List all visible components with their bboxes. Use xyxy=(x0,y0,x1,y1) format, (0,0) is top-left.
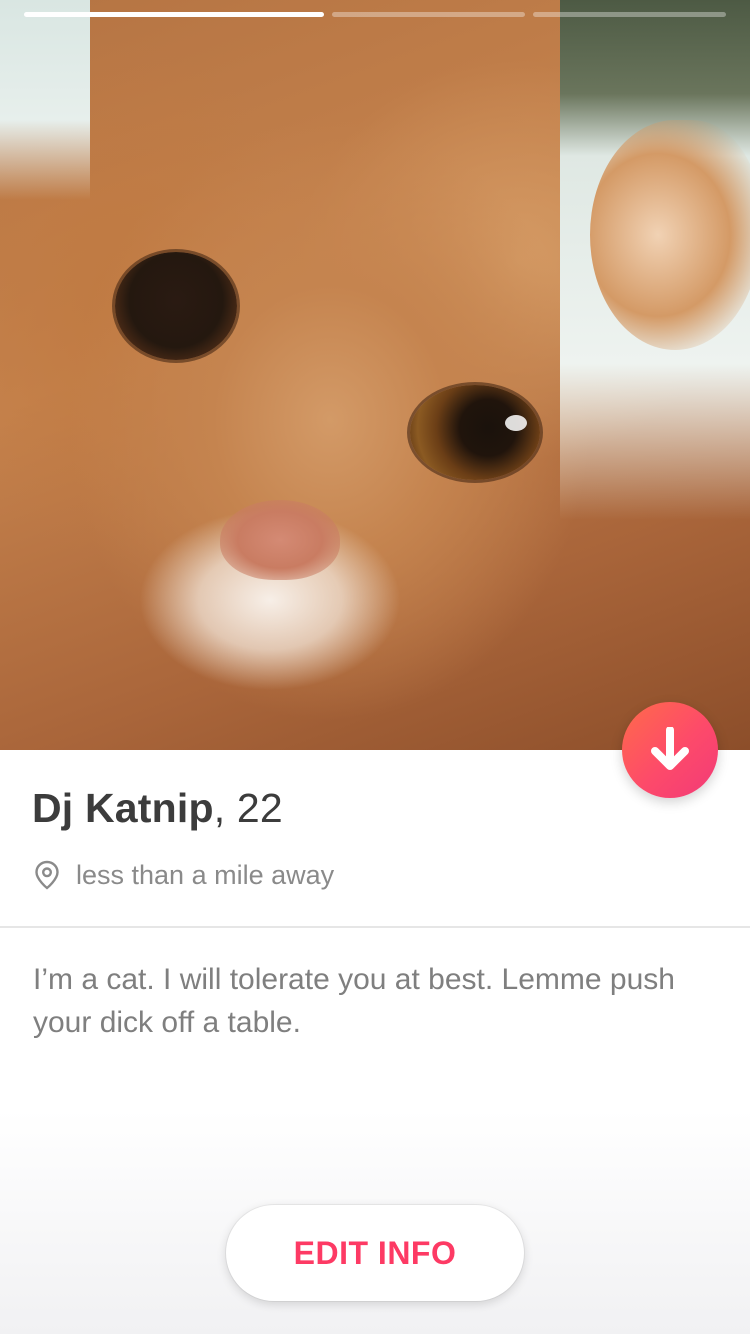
edit-info-button[interactable]: EDIT INFO xyxy=(226,1205,524,1301)
eye-glint xyxy=(505,415,527,431)
profile-photo[interactable] xyxy=(0,0,750,750)
profile-name: Dj Katnip xyxy=(32,785,214,831)
photo-progress-segment-1[interactable] xyxy=(24,12,324,17)
cat-eye-left xyxy=(115,252,237,360)
profile-distance: less than a mile away xyxy=(34,858,334,892)
arrow-down-icon xyxy=(651,727,689,770)
distance-text: less than a mile away xyxy=(76,859,335,890)
photo-progress-segment-3[interactable] xyxy=(532,12,726,17)
photo-progress-segment-2[interactable] xyxy=(331,12,525,17)
cat-nose xyxy=(220,500,340,580)
cat-ear xyxy=(590,120,750,350)
profile-bio: I’m a cat. I will tolerate you at best. … xyxy=(33,963,675,1039)
location-pin-icon xyxy=(35,860,59,890)
photo-background-left xyxy=(0,0,90,200)
profile-name-age: Dj Katnip, 22 xyxy=(32,785,283,832)
photo-progress-indicator xyxy=(24,12,726,17)
section-divider xyxy=(0,926,750,928)
collapse-profile-button[interactable] xyxy=(622,702,718,798)
cat-eye-right xyxy=(410,385,540,480)
profile-age: , 22 xyxy=(213,785,283,831)
